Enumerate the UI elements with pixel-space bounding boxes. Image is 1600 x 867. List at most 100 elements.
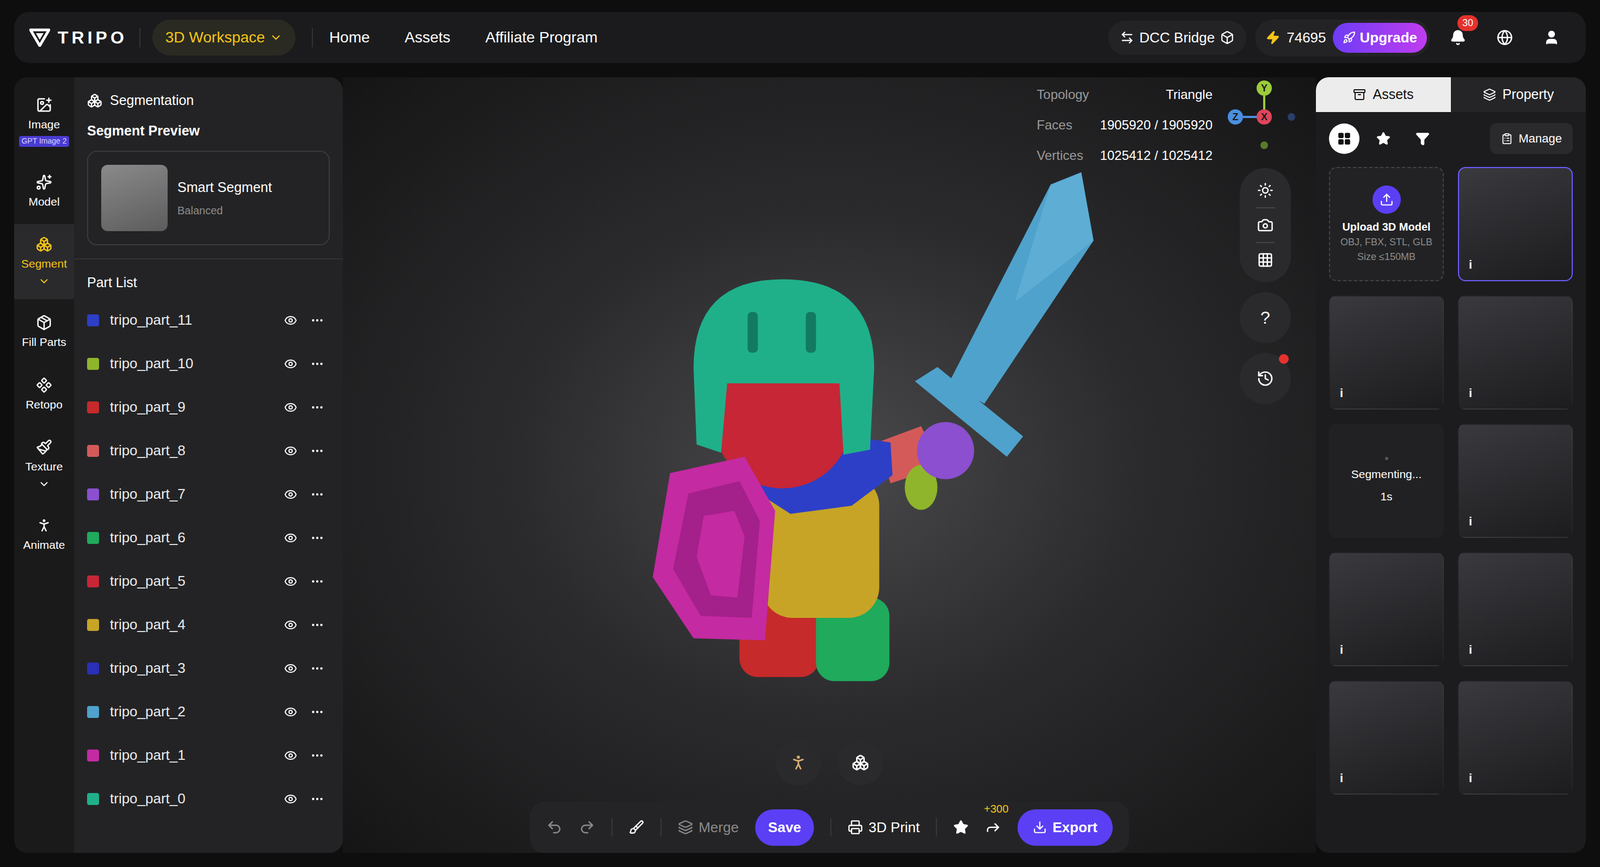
language-button[interactable] bbox=[1485, 18, 1524, 57]
more-icon[interactable] bbox=[310, 661, 325, 676]
nav-link[interactable]: Home bbox=[329, 26, 371, 49]
part-row[interactable]: tripo_part_3 bbox=[87, 647, 330, 691]
asset-card[interactable]: i bbox=[1328, 295, 1444, 410]
part-row[interactable]: tripo_part_9 bbox=[87, 385, 330, 430]
tool-item[interactable]: Retopo bbox=[14, 365, 75, 424]
more-icon[interactable] bbox=[310, 487, 325, 502]
asset-card[interactable]: i bbox=[1457, 295, 1573, 410]
expand-icon[interactable] bbox=[38, 275, 51, 288]
print-button[interactable]: 3D Print bbox=[847, 817, 920, 839]
more-icon[interactable] bbox=[310, 748, 325, 763]
eye-icon[interactable] bbox=[284, 401, 298, 415]
eye-icon[interactable] bbox=[284, 531, 298, 545]
viewport[interactable]: TopologyTriangleFaces1905920 / 1905920Ve… bbox=[342, 77, 1316, 854]
segment-preview-card[interactable]: Smart SegmentBalanced bbox=[87, 150, 330, 246]
camera-icon[interactable] bbox=[1257, 217, 1274, 234]
asset-card[interactable]: i bbox=[1457, 167, 1573, 282]
favorite-icon[interactable] bbox=[953, 820, 969, 836]
credits-pill[interactable]: 74695Upgrade bbox=[1254, 19, 1431, 57]
filter-button[interactable] bbox=[1407, 123, 1438, 155]
tool-item[interactable]: Animate bbox=[14, 505, 75, 565]
more-icon[interactable] bbox=[310, 574, 325, 589]
info-badge[interactable]: i bbox=[1468, 769, 1473, 788]
tool-item[interactable]: Texture bbox=[14, 427, 75, 503]
help-button[interactable]: ? bbox=[1239, 292, 1291, 344]
share-button[interactable]: +300 bbox=[985, 819, 1002, 836]
more-icon[interactable] bbox=[310, 792, 325, 807]
part-row[interactable]: tripo_part_1 bbox=[87, 734, 330, 778]
part-row[interactable]: tripo_part_10 bbox=[87, 342, 330, 386]
eye-icon[interactable] bbox=[284, 749, 298, 763]
eye-icon[interactable] bbox=[284, 792, 298, 806]
eye-icon[interactable] bbox=[284, 662, 298, 676]
info-badge[interactable]: i bbox=[1468, 384, 1473, 403]
redo-icon[interactable] bbox=[579, 819, 596, 836]
user-button[interactable] bbox=[1532, 18, 1571, 57]
info-badge[interactable]: i bbox=[1339, 769, 1344, 788]
filter-button[interactable] bbox=[1368, 123, 1399, 155]
more-icon[interactable] bbox=[310, 705, 325, 720]
grid-icon[interactable] bbox=[1257, 251, 1274, 269]
undo-icon[interactable] bbox=[546, 819, 563, 836]
panel-tab[interactable]: Property bbox=[1450, 77, 1586, 113]
more-icon[interactable] bbox=[310, 531, 325, 546]
eye-icon[interactable] bbox=[284, 575, 298, 589]
part-row[interactable]: tripo_part_0 bbox=[87, 777, 330, 822]
more-icon[interactable] bbox=[310, 357, 325, 372]
parts-view-button[interactable] bbox=[837, 740, 884, 786]
save-button[interactable]: Save bbox=[754, 809, 815, 847]
model-view-button[interactable] bbox=[775, 740, 822, 786]
part-row[interactable]: tripo_part_11 bbox=[87, 298, 330, 343]
part-row[interactable]: tripo_part_4 bbox=[87, 603, 330, 648]
tool-item[interactable]: Model bbox=[14, 162, 75, 221]
info-badge[interactable]: i bbox=[1468, 512, 1473, 531]
asset-card[interactable]: i bbox=[1328, 552, 1444, 667]
eye-icon[interactable] bbox=[284, 357, 298, 371]
part-row[interactable]: tripo_part_8 bbox=[87, 429, 330, 473]
more-icon[interactable] bbox=[310, 313, 325, 328]
eye-icon[interactable] bbox=[284, 618, 298, 632]
dcc-bridge-button[interactable]: DCC Bridge bbox=[1108, 20, 1247, 55]
info-badge[interactable]: i bbox=[1339, 641, 1344, 660]
asset-card[interactable]: i bbox=[1457, 552, 1573, 667]
info-badge[interactable]: i bbox=[1468, 641, 1473, 660]
tool-item[interactable]: Segment bbox=[14, 224, 75, 300]
tool-item[interactable]: Fill Parts bbox=[14, 302, 75, 362]
asset-card[interactable]: i bbox=[1457, 680, 1573, 796]
part-row[interactable]: tripo_part_7 bbox=[87, 472, 330, 517]
part-row[interactable]: tripo_part_6 bbox=[87, 516, 330, 560]
export-button[interactable]: Export bbox=[1017, 809, 1113, 847]
manage-button[interactable]: Manage bbox=[1490, 122, 1573, 155]
info-badge[interactable]: i bbox=[1339, 384, 1344, 403]
eye-icon[interactable] bbox=[284, 705, 298, 719]
eye-icon[interactable] bbox=[284, 444, 298, 458]
more-icon[interactable] bbox=[310, 400, 325, 415]
notifications-button[interactable]: 30 bbox=[1438, 18, 1478, 57]
part-row[interactable]: tripo_part_2 bbox=[87, 690, 330, 735]
brush-icon[interactable] bbox=[629, 820, 645, 836]
expand-icon[interactable] bbox=[38, 478, 51, 491]
model-render[interactable] bbox=[647, 169, 1097, 685]
eye-icon[interactable] bbox=[284, 488, 298, 502]
more-icon[interactable] bbox=[310, 444, 325, 459]
tool-item[interactable]: ImageGPT Image 2 bbox=[14, 84, 75, 159]
logo[interactable]: TRIPO bbox=[29, 24, 128, 51]
filter-button[interactable] bbox=[1328, 123, 1360, 155]
history-button[interactable] bbox=[1239, 353, 1291, 405]
part-row[interactable]: tripo_part_5 bbox=[87, 560, 330, 604]
upload-card[interactable]: Upload 3D ModelOBJ, FBX, STL, GLBSize ≤1… bbox=[1328, 167, 1444, 282]
asset-card[interactable]: i bbox=[1328, 680, 1444, 796]
merge-button[interactable]: Merge bbox=[678, 817, 740, 839]
lighting-icon[interactable] bbox=[1257, 182, 1274, 199]
axis-gizmo[interactable]: YZX bbox=[1235, 88, 1294, 146]
nav-link[interactable]: Assets bbox=[404, 26, 451, 49]
nav-link[interactable]: Affiliate Program bbox=[485, 26, 598, 49]
info-badge[interactable]: i bbox=[1468, 255, 1473, 274]
eye-icon[interactable] bbox=[284, 314, 298, 328]
upgrade-button[interactable]: Upgrade bbox=[1332, 22, 1427, 53]
more-icon[interactable] bbox=[310, 618, 325, 633]
asset-card-processing[interactable]: Segmenting...1s bbox=[1328, 423, 1444, 539]
asset-card[interactable]: i bbox=[1457, 423, 1573, 539]
panel-tab[interactable]: Assets bbox=[1315, 77, 1451, 113]
workspace-dropdown[interactable]: 3D Workspace bbox=[152, 19, 296, 56]
